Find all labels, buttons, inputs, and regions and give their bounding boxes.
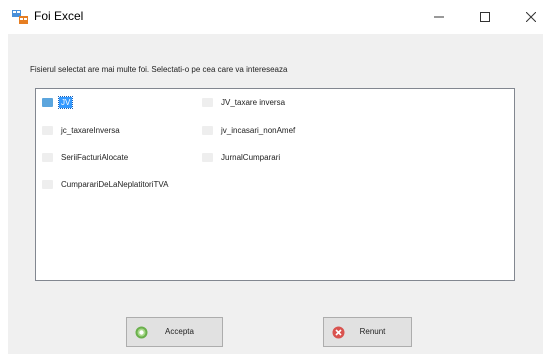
cancel-button[interactable]: Renunt (323, 317, 412, 347)
cancel-button-label: Renunt (359, 327, 386, 336)
instruction-text: Fisierul selectat are mai multe foi. Sel… (30, 65, 288, 74)
window-title: Foi Excel (34, 9, 84, 23)
sheet-item-jv-incasari-non-amef[interactable]: jv_incasari_nonAmef (202, 123, 297, 137)
sheet-icon (42, 179, 53, 189)
maximize-button[interactable] (462, 0, 507, 34)
sheet-item-label: SeriiFacturiAlocate (61, 152, 129, 162)
accept-button-label: Accepta (165, 327, 194, 336)
sheet-item-label: jv_incasari_nonAmef (221, 125, 296, 135)
minimize-button[interactable] (416, 0, 461, 34)
sheet-item-serii-facturi-alocate[interactable]: SeriiFacturiAlocate (42, 150, 130, 164)
sheet-item-cumparari-de-la-neplatitori-tva[interactable]: CumparariDeLaNeplatitoriTVA (42, 177, 170, 191)
sheet-item-label: JurnalCumparari (221, 152, 281, 162)
excel-sheets-icon (12, 10, 28, 24)
sheet-icon (42, 152, 53, 162)
sheet-icon (202, 152, 213, 162)
sheet-item-jv[interactable]: JV (42, 95, 74, 109)
title-bar: Foi Excel (0, 0, 551, 34)
sheet-item-label: jc_taxareInversa (61, 125, 120, 135)
sheet-icon (42, 125, 53, 135)
sheet-item-label: JV (57, 95, 74, 109)
accept-button[interactable]: Accepta (126, 317, 223, 347)
folder-icon (42, 97, 53, 107)
close-button[interactable] (508, 0, 551, 34)
sheet-item-jv-taxare-inversa[interactable]: JV_taxare inversa (202, 95, 287, 109)
sheet-item-jc-taxare-inversa[interactable]: jc_taxareInversa (42, 123, 122, 137)
minimize-icon (433, 16, 444, 18)
sheet-item-label: JV_taxare inversa (221, 97, 286, 107)
sheet-icon (202, 125, 213, 135)
sheet-item-label: CumparariDeLaNeplatitoriTVA (61, 179, 169, 189)
maximize-icon (479, 12, 490, 22)
sheet-icon (202, 97, 213, 107)
sheet-item-jurnal-cumparari[interactable]: JurnalCumparari (202, 150, 282, 164)
close-icon (525, 12, 536, 22)
